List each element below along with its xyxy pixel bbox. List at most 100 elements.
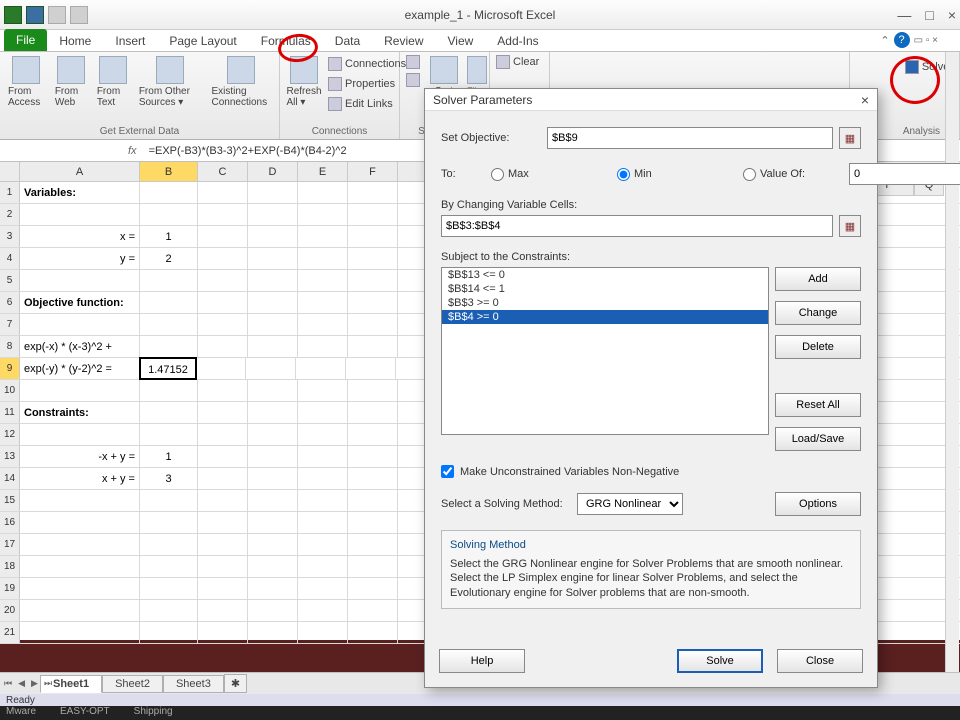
cell[interactable] [348,226,398,247]
radio-max[interactable]: Max [491,168,591,181]
cell[interactable] [248,512,298,533]
cell[interactable] [296,358,346,379]
cell[interactable] [140,556,198,577]
ribbon-icon[interactable] [588,64,610,86]
cell[interactable] [248,600,298,621]
cell[interactable] [348,534,398,555]
maximize-button[interactable]: □ [925,7,933,23]
cell[interactable] [348,270,398,291]
cell[interactable] [298,446,348,467]
from-text-button[interactable]: From Text [93,54,133,110]
existing-connections-button[interactable]: Existing Connections [208,54,276,110]
cell[interactable] [140,380,198,401]
cell[interactable] [298,380,348,401]
row-header[interactable]: 9 [0,358,20,379]
ribbon-icon[interactable] [724,64,746,86]
row-header[interactable]: 4 [0,248,20,269]
cell[interactable]: exp(-x) * (x-3)^2 + [20,336,140,357]
cell[interactable] [20,512,140,533]
row-header[interactable]: 1 [0,182,20,203]
row-header[interactable]: 2 [0,204,20,225]
col-F[interactable]: F [348,162,398,181]
sheet-tab-2[interactable]: Sheet2 [102,675,163,693]
cell[interactable] [248,402,298,423]
help-button[interactable]: Help [439,649,525,673]
constraint-item[interactable]: $B$13 <= 0 [442,268,768,282]
row-header[interactable]: 5 [0,270,20,291]
sheet-nav-prev[interactable]: ◀ [16,678,27,689]
cell[interactable] [298,578,348,599]
cell[interactable] [140,622,198,643]
cell[interactable] [348,468,398,489]
cell[interactable] [348,446,398,467]
cell[interactable]: 2 [140,248,198,269]
cell[interactable] [298,336,348,357]
cell[interactable] [298,248,348,269]
cell[interactable] [248,182,298,203]
refresh-all-button[interactable]: Refresh All ▾ [284,54,324,112]
cell[interactable] [298,600,348,621]
close-button[interactable]: × [948,7,956,23]
cell[interactable] [20,556,140,577]
cell[interactable] [248,468,298,489]
constraint-item[interactable]: $B$14 <= 1 [442,282,768,296]
method-select[interactable]: GRG Nonlinear [577,493,683,515]
cell[interactable] [198,600,248,621]
cell[interactable] [140,512,198,533]
cell[interactable] [248,380,298,401]
dialog-close-icon[interactable]: × [861,92,869,108]
cell[interactable] [20,578,140,599]
cell[interactable] [198,204,248,225]
cell[interactable] [140,534,198,555]
ribbon-icon[interactable] [656,64,678,86]
cell[interactable] [248,270,298,291]
row-header[interactable]: 20 [0,600,20,621]
row-header[interactable]: 11 [0,402,20,423]
close-button[interactable]: Close [777,649,863,673]
cell[interactable]: 1 [140,226,198,247]
cell[interactable]: Objective function: [20,292,140,313]
reset-all-button[interactable]: Reset All [775,393,861,417]
cell[interactable] [348,512,398,533]
cell[interactable]: 3 [140,468,198,489]
radio-value-of[interactable]: Value Of: [743,168,843,181]
cell[interactable] [298,226,348,247]
tab-file[interactable]: File [4,29,47,51]
cell[interactable]: 1 [140,446,198,467]
cell[interactable] [20,622,140,643]
cell[interactable]: 1.47152 [139,357,197,380]
cell[interactable] [248,248,298,269]
tab-home[interactable]: Home [47,31,103,51]
cell[interactable] [248,556,298,577]
ribbon-icon[interactable] [622,64,644,86]
connections-link[interactable]: Connections [326,56,408,72]
cell[interactable] [298,622,348,643]
cell[interactable] [140,204,198,225]
load-save-button[interactable]: Load/Save [775,427,861,451]
cell[interactable] [248,336,298,357]
cell[interactable] [248,424,298,445]
ribbon-minimize-icon[interactable]: ⌃ [880,34,889,47]
cell[interactable] [20,380,140,401]
cell[interactable] [298,314,348,335]
cell[interactable] [248,204,298,225]
constraint-item[interactable]: $B$3 >= 0 [442,296,768,310]
cell[interactable] [140,292,198,313]
ref-picker-icon[interactable] [839,127,861,149]
properties-link[interactable]: Properties [326,76,408,92]
cell[interactable] [198,490,248,511]
cell[interactable] [248,446,298,467]
cell[interactable]: -x + y = [20,446,140,467]
edit-links-link[interactable]: Edit Links [326,96,408,112]
cell[interactable] [248,314,298,335]
tab-formulas[interactable]: Formulas [249,31,323,51]
cell[interactable] [248,292,298,313]
cell[interactable] [348,204,398,225]
cell[interactable] [298,468,348,489]
cell[interactable] [248,622,298,643]
from-web-button[interactable]: From Web [51,54,91,110]
cell[interactable] [298,534,348,555]
cell[interactable] [198,402,248,423]
cell[interactable]: Variables: [20,182,140,203]
col-B[interactable]: B [140,162,198,181]
